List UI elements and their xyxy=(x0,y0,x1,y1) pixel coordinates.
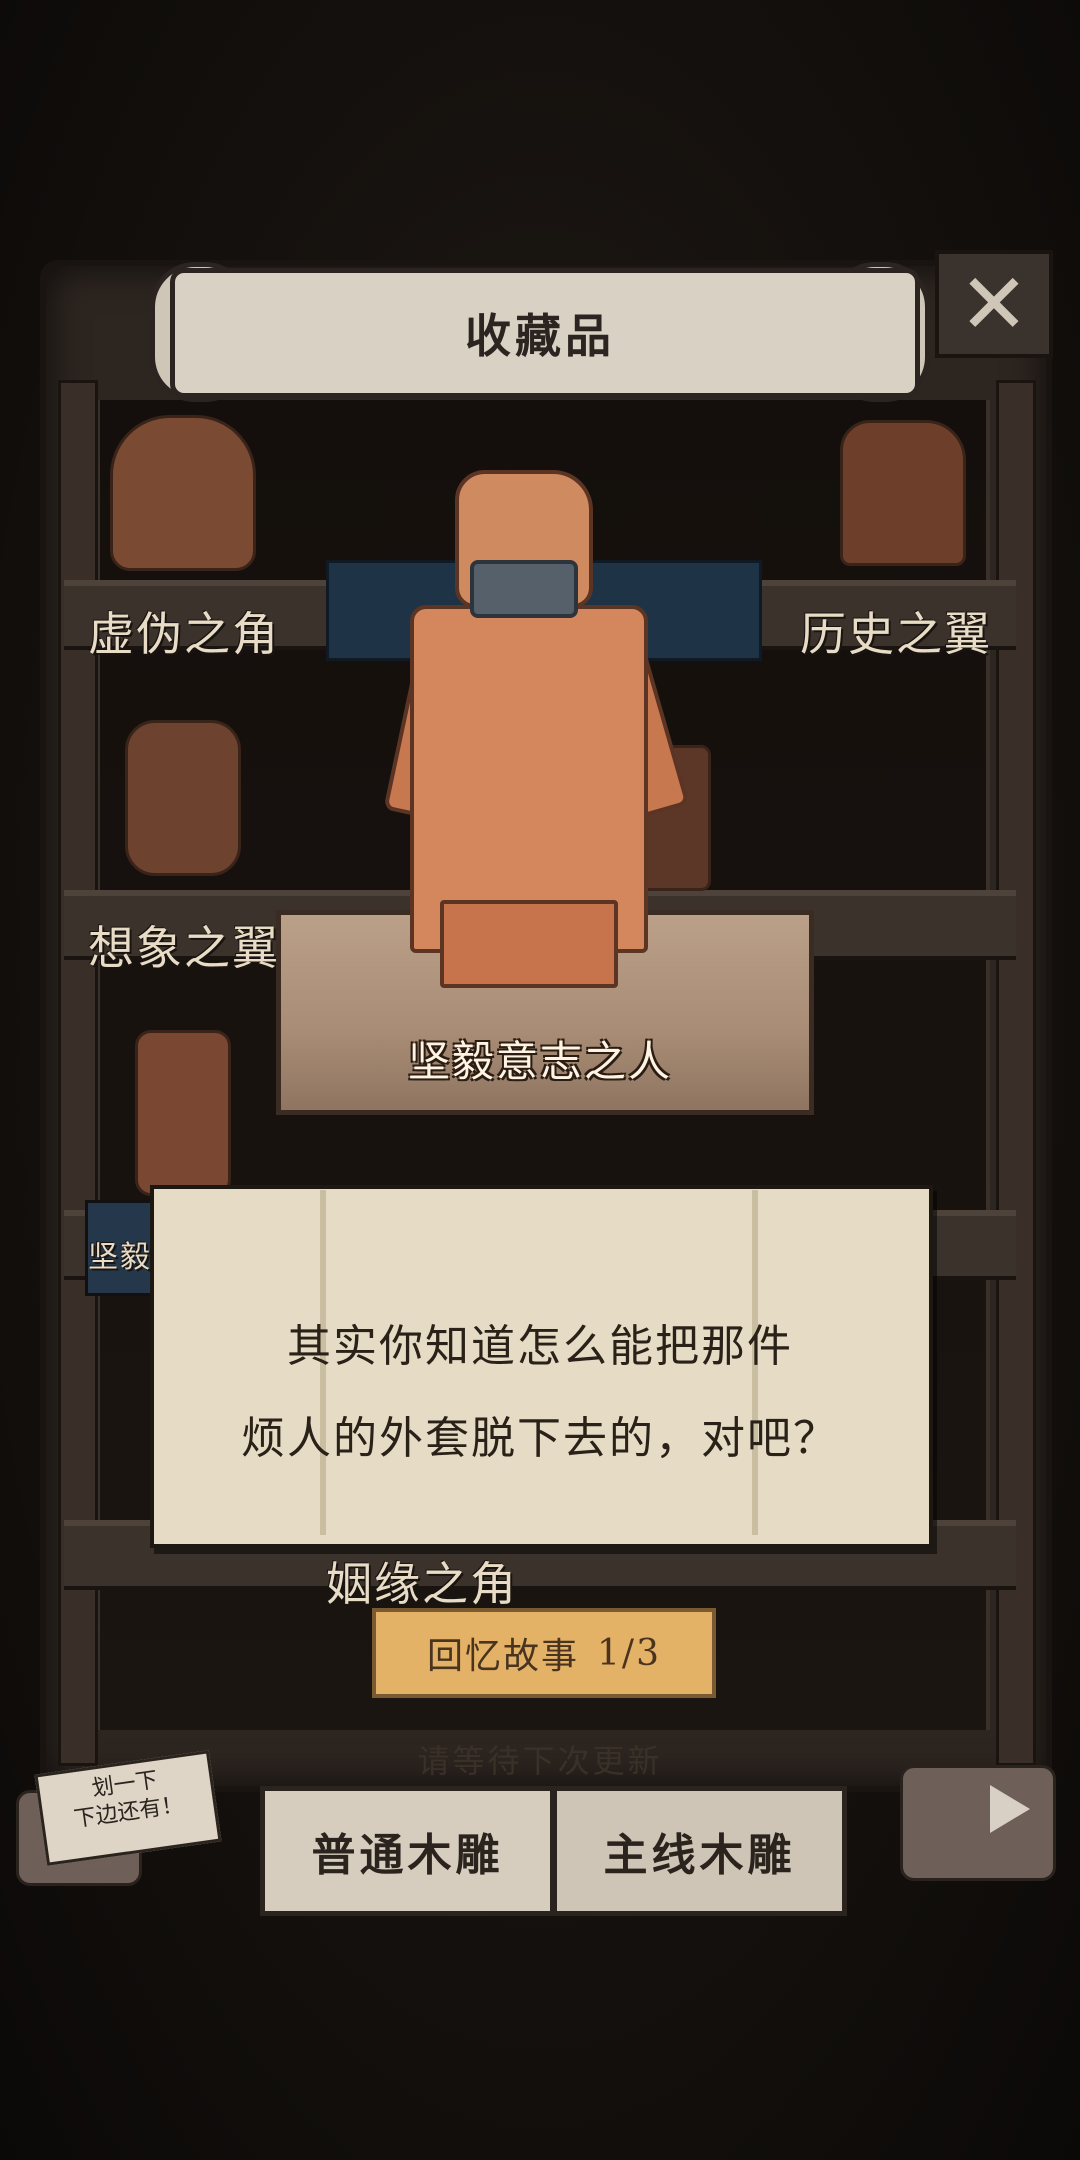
featured-statue-name: 坚毅意志之人 xyxy=(407,1037,672,1086)
note-text-line1: 其实你知道怎么能把那件 xyxy=(287,1321,793,1372)
close-x-icon: ✕ xyxy=(958,255,1030,353)
statue-metal-collar xyxy=(470,560,578,618)
close-button[interactable]: ✕ xyxy=(935,250,1053,358)
shelf-label-4: 坚毅 xyxy=(88,1240,152,1275)
statue-legs xyxy=(440,900,618,988)
shelf-label-3: 想象之翼 xyxy=(88,921,280,975)
memory-story-button[interactable]: 回忆故事 1/3 xyxy=(372,1608,716,1698)
tab-normal-carvings[interactable]: 普通木雕 xyxy=(260,1786,555,1916)
statue-man-small[interactable] xyxy=(135,1030,231,1196)
statue-chicken[interactable] xyxy=(125,720,241,876)
statue-mammoth[interactable] xyxy=(110,415,256,571)
shelf-label-5: 姻缘之角 xyxy=(326,1557,518,1611)
shelf-label-1: 虚伪之角 xyxy=(88,607,280,661)
story-button-label: 回忆故事 xyxy=(427,1636,580,1677)
note-text-line2: 烦人的外套脱下去的，对吧？ xyxy=(241,1413,839,1464)
shelf-label-2: 历史之翼 xyxy=(800,607,992,661)
statue-bird[interactable] xyxy=(840,420,966,566)
tab-main-carvings[interactable]: 主线木雕 xyxy=(552,1786,847,1916)
play-arrow-icon xyxy=(990,1785,1030,1833)
story-progress: 1/3 xyxy=(597,1632,661,1674)
page-title: 收藏品 xyxy=(465,309,615,363)
update-notice: 请等待下次更新 xyxy=(417,1742,663,1780)
rock-pile-right xyxy=(900,1765,1056,1881)
